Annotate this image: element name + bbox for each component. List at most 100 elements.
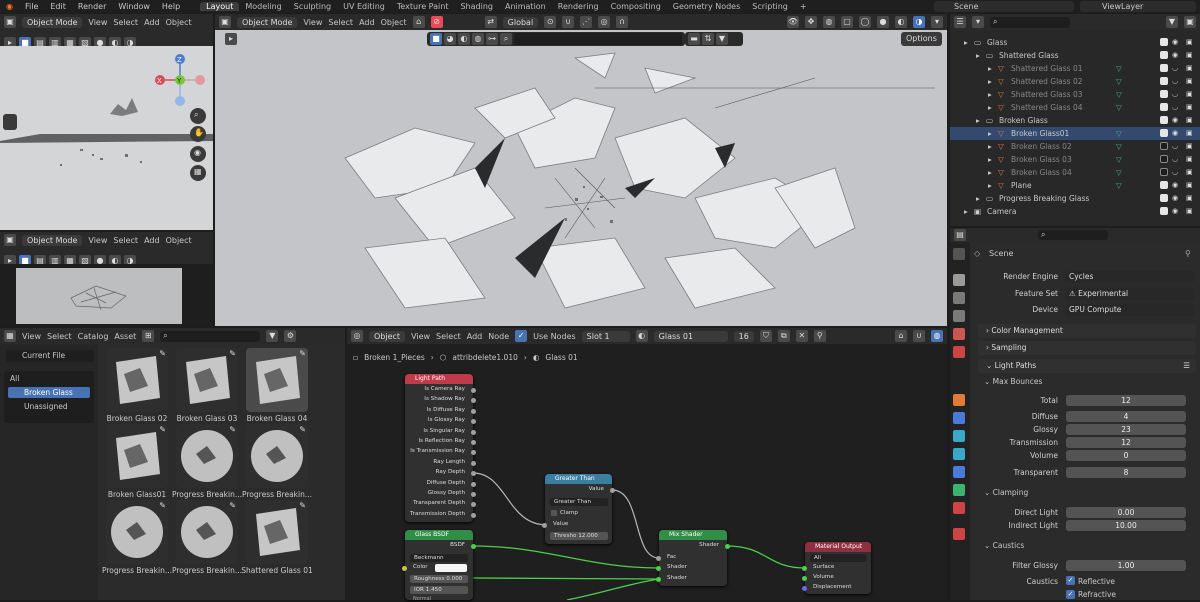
select-invert-icon[interactable]: ▦ [64,37,76,46]
proportional-edit-icon[interactable]: ◎ [598,16,611,28]
render-camera-icon[interactable]: ▣ [1186,88,1193,101]
exclude-checkbox[interactable] [1160,129,1168,137]
overlay-icon[interactable]: ◍ [931,330,943,342]
exclude-checkbox[interactable] [1160,77,1168,85]
shading-solid-icon[interactable]: ● [94,255,106,264]
menu-add[interactable]: Add [144,236,160,245]
visibility-eye-icon[interactable]: ◉ [1172,179,1178,192]
input-socket[interactable] [542,523,547,528]
visibility-eye-icon[interactable]: ◉ [1172,127,1178,140]
filter-icon[interactable]: ▼ [266,330,279,342]
exclude-checkbox[interactable] [1160,142,1168,150]
zoom-icon[interactable]: ⌕ [194,110,198,120]
render-camera-icon[interactable]: ▣ [1186,179,1193,192]
light-path-node[interactable]: Light Path Is Camera Ray Is Shadow Ray Is … [405,374,476,522]
unlink-icon[interactable]: ✕ [795,330,808,342]
scene-selector[interactable]: Scene [934,1,1074,12]
asset-thumbnail[interactable]: ✎ [176,348,238,412]
expand-chevron-icon[interactable]: ▸ [976,49,980,62]
tab-uv-editing[interactable]: UV Editing [337,2,391,11]
sort-icon[interactable]: ⇅ [702,33,714,45]
edit-asset-icon[interactable]: ✎ [299,501,306,510]
select-intersect-icon[interactable]: ▧ [79,37,91,46]
render-engine-select[interactable]: Cycles [1065,271,1194,283]
output-socket[interactable] [471,388,476,393]
exclude-checkbox[interactable] [1160,194,1168,202]
catalog-broken-glass[interactable]: Broken Glass [8,387,90,398]
visibility-eye-icon[interactable]: ◡ [1172,140,1178,153]
visibility-eye-icon[interactable]: ◡ [1172,166,1178,179]
output-socket[interactable] [610,488,615,493]
select-box-icon[interactable]: ■ [19,255,31,264]
select-subtract-icon[interactable]: ▥ [49,255,61,264]
menu-view[interactable]: View [88,18,107,27]
color-socket[interactable] [402,566,407,571]
editor-type-icon[interactable]: ▣ [4,16,16,28]
exclude-checkbox[interactable] [1160,64,1168,72]
world-tab-icon[interactable] [953,346,965,358]
fac-socket[interactable] [656,556,661,561]
render-camera-icon[interactable]: ▣ [1186,166,1193,179]
render-camera-icon[interactable]: ▣ [1186,205,1193,218]
camera-view-icon[interactable]: ◉ [194,148,201,157]
snap-node-icon[interactable]: ⌂ [895,330,907,342]
render-camera-icon[interactable]: ▣ [1186,192,1193,205]
select-tool-icon[interactable]: ▸ [4,255,16,264]
outliner-row[interactable]: ▸ ▽ Shattered Glass 03 ▽ ◡ ▣ [950,88,1200,101]
menu-object[interactable]: Object [166,18,192,27]
edit-asset-icon[interactable]: ✎ [229,349,236,358]
render-camera-icon[interactable]: ▣ [1186,153,1193,166]
visibility-eye-icon[interactable]: ◉ [1172,49,1178,62]
menu-add[interactable]: Add [359,18,375,27]
color-management-panel[interactable]: › Color Management [978,324,1196,338]
max-bounces-panel[interactable]: ⌄ Max Bounces [984,377,1042,386]
menu-file[interactable]: File [19,2,44,11]
viewlayer-selector[interactable]: ViewLayer [1080,1,1196,12]
options-button[interactable]: Options [901,32,942,46]
mode-select[interactable]: Object Mode [22,234,83,246]
menu-add[interactable]: Add [144,18,160,27]
bounce-total-field[interactable]: 12 [1066,395,1186,406]
visibility-eye-icon[interactable]: ◡ [1172,75,1178,88]
output-socket[interactable] [471,440,476,445]
material-users-count[interactable]: 16 [733,330,754,342]
filter-icon[interactable]: ▼ [716,33,728,45]
light-paths-panel[interactable]: ⌄ Light Paths ☰ [978,359,1196,373]
output-socket[interactable] [471,408,476,414]
color-swatch[interactable] [435,564,467,572]
menu-asset[interactable]: Asset [114,332,136,341]
expand-chevron-icon[interactable]: ▸ [988,166,992,179]
refractive-checkbox[interactable]: ✓ [1066,590,1075,599]
asset-thumbnail[interactable]: ✎ [246,348,308,412]
tab-shading[interactable]: Shading [454,2,499,11]
wireframe-shading-icon[interactable]: ◯ [859,16,871,28]
catalog-all[interactable]: All [10,374,19,383]
falloff-icon[interactable]: ∩ [616,16,629,28]
shading-material-icon[interactable]: ◐ [109,255,121,264]
exclude-checkbox[interactable] [1160,51,1168,59]
asset-thumbnail[interactable]: ✎ [106,424,168,488]
list-icon[interactable]: ☰ [1183,359,1190,373]
catalog-unassigned[interactable]: Unassigned [24,402,68,411]
menu-object[interactable]: Object [381,18,407,27]
snap-target-icon[interactable]: ⋰ [580,16,593,28]
exclude-checkbox[interactable] [1160,168,1168,176]
shading-options-icon[interactable]: ▾ [931,16,943,28]
caustics-panel[interactable]: ⌄ Caustics [984,541,1024,550]
expand-chevron-icon[interactable]: ▸ [988,127,992,140]
shading-material-icon[interactable]: ◐ [109,37,121,46]
indirect-light-field[interactable]: 10.00 [1066,520,1186,531]
render-camera-icon[interactable]: ▣ [1186,75,1193,88]
mix-shader-node[interactable]: Mix Shader Shader Fac Shader Shader [656,530,730,586]
use-nodes-checkbox[interactable]: ✓ [515,330,528,342]
outliner-row[interactable]: ▸ ▽ Broken Glass 04 ▽ ◡ ▣ [950,166,1200,179]
outliner-row[interactable]: ▸ ▽ Broken Glass 03 ▽ ◡ ▣ [950,153,1200,166]
exclude-checkbox[interactable] [1160,155,1168,163]
outliner-row[interactable]: ▸ ▽ Shattered Glass 01 ▽ ◡ ▣ [950,62,1200,75]
output-socket[interactable] [471,429,476,435]
mode-select[interactable]: Object Mode [237,16,298,28]
bounce-transmission-field[interactable]: 12 [1066,437,1186,448]
bounce-glossy-field[interactable]: 23 [1066,424,1186,435]
asset-browser-editor-icon[interactable]: ▦ [4,330,16,342]
rendered-shading-icon[interactable]: ◑ [913,16,925,28]
